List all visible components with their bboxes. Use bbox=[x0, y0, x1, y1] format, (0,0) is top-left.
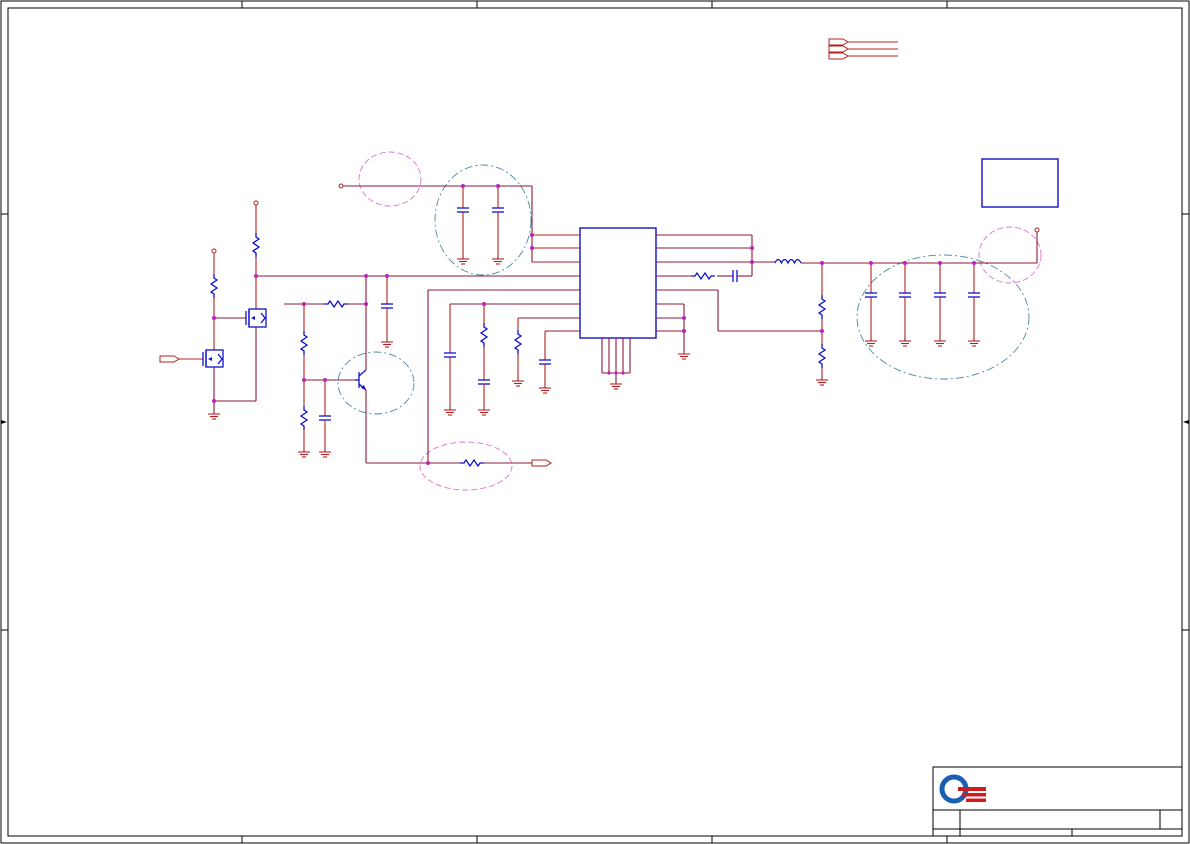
schematic-sheet bbox=[0, 0, 1190, 844]
bootstrap-resistor[interactable] bbox=[690, 272, 716, 280]
mosfet-q2[interactable] bbox=[159, 349, 224, 368]
input-rail bbox=[338, 183, 533, 262]
mosfet-q1[interactable] bbox=[245, 308, 267, 328]
highlight-marks bbox=[337, 151, 1042, 491]
output-caps[interactable] bbox=[864, 263, 981, 347]
inductor[interactable] bbox=[774, 258, 802, 265]
regulator-ic[interactable] bbox=[256, 227, 775, 390]
feedback-divider[interactable] bbox=[815, 263, 829, 386]
note-box bbox=[981, 158, 1059, 208]
title-block bbox=[932, 766, 1183, 837]
npn-transistor[interactable] bbox=[355, 369, 367, 391]
power-switch[interactable] bbox=[207, 200, 260, 420]
ic-support-network[interactable] bbox=[427, 290, 552, 463]
input-caps[interactable] bbox=[456, 199, 505, 265]
quanta-logo bbox=[939, 774, 986, 804]
net-labels-top bbox=[828, 38, 898, 60]
sheet-frame bbox=[0, 0, 1190, 844]
